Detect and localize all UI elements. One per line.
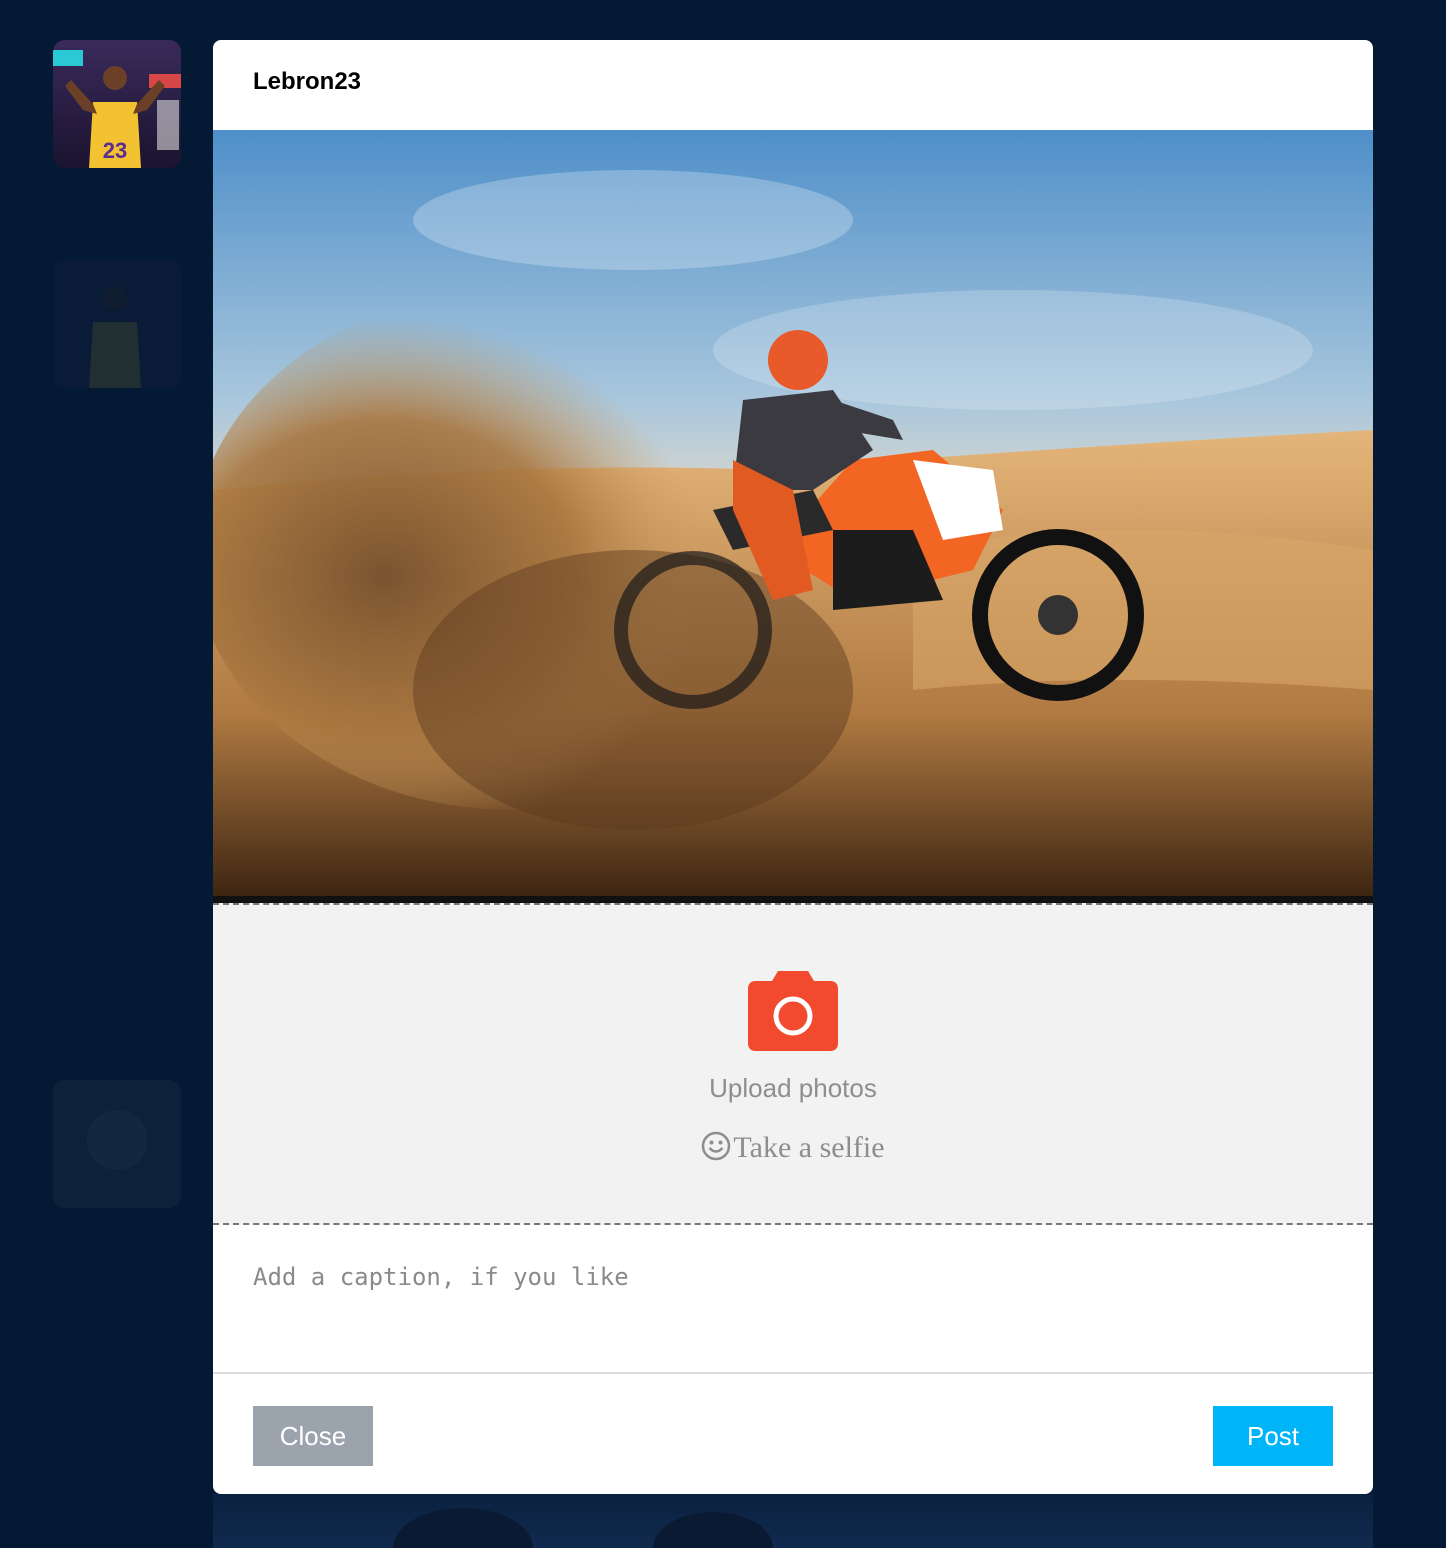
username: Lebron23: [253, 68, 362, 95]
smiley-icon: [702, 1131, 731, 1161]
take-selfie-link[interactable]: Take a selfie: [213, 1131, 1373, 1165]
camera-icon[interactable]: [748, 971, 838, 1051]
modal-footer: Close Post: [213, 1372, 1373, 1494]
caption-input[interactable]: [213, 1225, 1373, 1372]
feed-thumbnail-faded: [53, 260, 181, 388]
uploaded-photo-preview: [213, 130, 1373, 903]
profile-thumbnail[interactable]: 23: [53, 40, 181, 168]
post-button[interactable]: Post: [1213, 1406, 1333, 1466]
upload-drop-zone[interactable]: Upload photos Take a selfie: [213, 903, 1373, 1225]
take-selfie-label: Take a selfie: [733, 1131, 885, 1164]
feed-post-preview: [213, 1494, 1373, 1548]
close-button[interactable]: Close: [253, 1406, 373, 1466]
upload-photos-link[interactable]: Upload photos: [213, 1073, 1373, 1104]
feed-thumbnail-faded: [53, 1080, 181, 1208]
svg-text:23: 23: [103, 138, 127, 163]
new-post-modal: Lebron23 Upload photos Take a selfie Add…: [213, 40, 1373, 1494]
modal-header: Lebron23: [213, 40, 1373, 130]
